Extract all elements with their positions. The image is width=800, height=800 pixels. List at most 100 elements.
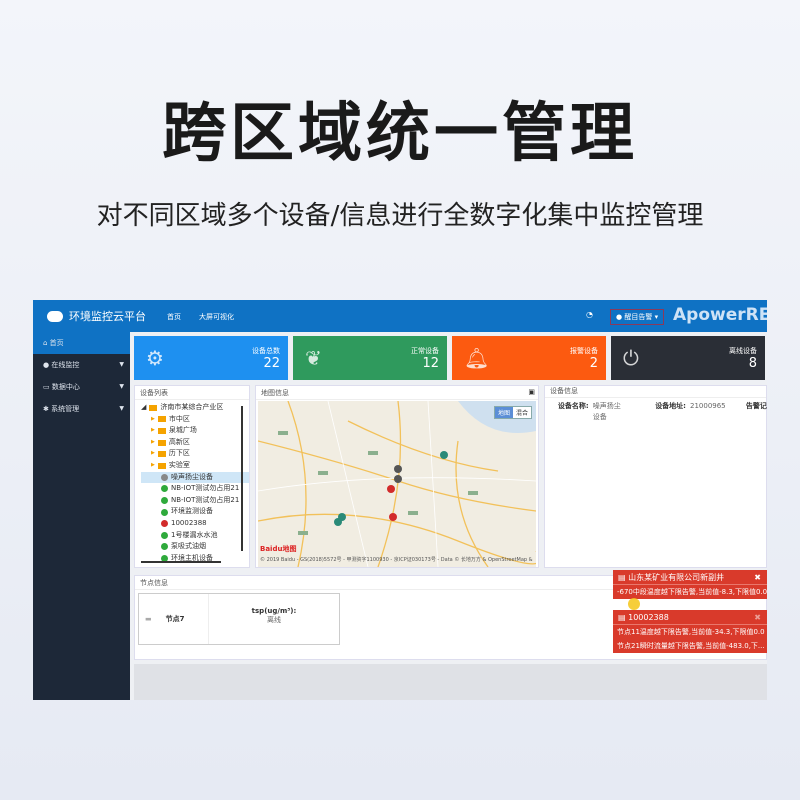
map-canvas[interactable]	[258, 401, 536, 567]
panel-title: 设备列表	[135, 386, 249, 400]
refresh-icon[interactable]: ◔	[586, 310, 593, 319]
tree-folder[interactable]: ▶ 高新区	[141, 437, 249, 449]
card-total[interactable]: ⚙ 设备总数 22	[134, 336, 288, 380]
toast-title: 山东某矿业有限公司新副井	[628, 573, 725, 582]
cursor-highlight	[628, 598, 640, 610]
tree-label: 济南市某综合产业区	[160, 403, 224, 411]
info-value: 21000965	[690, 401, 726, 410]
card-value: 8	[748, 356, 757, 371]
tree-folder[interactable]: ▶ 市中区	[141, 414, 249, 426]
leaf-icon: ❦	[305, 346, 322, 370]
tree-folder[interactable]: ▶ 历下区	[141, 448, 249, 460]
footer-area	[134, 664, 767, 700]
card-normal[interactable]: ❦ 正常设备 12	[293, 336, 447, 380]
info-row: 设备名称: 噪声扬尘设备	[545, 401, 621, 422]
expand-icon: ▶	[151, 461, 155, 468]
close-icon[interactable]: ✖	[754, 610, 761, 625]
expand-icon: ▶	[151, 415, 155, 422]
tree-device[interactable]: NB-IOT测试勿占用21	[141, 495, 249, 507]
marker-normal[interactable]	[334, 518, 342, 526]
panel-title: 设备信息	[545, 386, 766, 398]
tree-label: 市中区	[168, 414, 190, 423]
tree-label: NB-IOT测试勿占用21	[171, 484, 240, 493]
tree-folder[interactable]: ▶ 实验室	[141, 460, 249, 472]
tree-device[interactable]: 1号楼漏水水池	[141, 530, 249, 542]
card-alarm[interactable]: 🔔︎ 报警设备 2	[452, 336, 606, 380]
caret-down-icon: ▼	[119, 383, 124, 390]
card-label: 报警设备	[570, 347, 598, 355]
info-row: 告警记录开关:关	[726, 401, 767, 413]
tree-label: NB-IOT测试勿占用21	[171, 495, 240, 504]
marker-normal[interactable]	[440, 451, 448, 459]
map-copyright: © 2019 Baidu - GS(2018)5572号 - 甲测资字11009…	[260, 557, 533, 563]
sidebar-label: 数据中心	[51, 383, 80, 391]
card-offline[interactable]: ⏻ 离线设备 8	[611, 336, 765, 380]
nav-home[interactable]: 首页	[167, 312, 181, 322]
baidu-logo: Baidu地图	[260, 545, 297, 553]
scrollbar-vertical[interactable]	[241, 406, 243, 551]
close-icon[interactable]: ✖	[754, 570, 761, 585]
folder-icon	[149, 404, 158, 411]
tree-label: 泉城广场	[168, 426, 197, 435]
list-icon: ▤	[618, 613, 626, 622]
tree-folder[interactable]: ▶ 泉城广场	[141, 425, 249, 437]
folder-icon	[157, 451, 166, 458]
sidebar-item-data[interactable]: ▭ 数据中心 ▼	[33, 376, 130, 398]
tree-label: 实验室	[168, 460, 190, 469]
sidebar-item-monitor[interactable]: ● 在线监控 ▼	[33, 354, 130, 376]
tree-label: 泵吸式油烟	[171, 542, 206, 551]
node-card[interactable]: ▬ 节点7 tsp(ug/m³): 离线	[138, 593, 340, 645]
sidebar-item-system[interactable]: ✱ 系统管理 ▼	[33, 398, 130, 420]
toast-line: -670中段温度越下限告警,当前值-8.3,下限值0.0	[617, 588, 767, 596]
top-header: 环境监控云平台 首页 大屏可视化 ◔ ● 醒目告警 ▾ ApowerREC	[33, 300, 767, 332]
list-icon: ▤	[618, 573, 626, 582]
marker-alarm[interactable]	[387, 485, 395, 493]
info-row: 设备地址: 21000965	[621, 401, 726, 413]
scrollbar-horizontal[interactable]	[141, 561, 221, 563]
tree-device[interactable]: 环境监测设备	[141, 506, 249, 518]
node-name: 节点7	[165, 615, 185, 623]
toast-line: 节点21瞬时流量越下限告警,当前值-483.0,下...	[617, 642, 765, 650]
caret-down-icon: ▼	[119, 405, 124, 412]
map-type-hybrid[interactable]: 混合	[512, 407, 531, 418]
marker-offline[interactable]	[394, 465, 402, 473]
bell-icon: 🔔︎	[464, 346, 490, 370]
tree-label: 历下区	[168, 449, 190, 458]
alarm-toast[interactable]: ▤ 山东某矿业有限公司新副井 ✖ -670中段温度越下限告警,当前值-8.3,下限…	[613, 570, 767, 599]
nav-bigscreen[interactable]: 大屏可视化	[199, 312, 234, 322]
status-dot-icon	[161, 473, 168, 481]
caret-down-icon: ▼	[119, 361, 124, 368]
tree-root[interactable]: ◢ 济南市某综合产业区	[141, 402, 249, 414]
folder-icon	[157, 462, 166, 469]
sidebar-item-home[interactable]: ⌂ 首页	[33, 332, 130, 354]
hero-title: 跨区域统一管理	[162, 97, 638, 171]
map-panel: 地图信息 ▣ 地图 混合 Baidu地图 © 2019 Baidu - GS(2…	[255, 385, 539, 568]
panel-title: 地图信息	[256, 386, 538, 400]
alarm-toast[interactable]: ▤ 10002388 ✖ 节点11温度越下限告警,当前值-34.3,下限值0.0 …	[613, 610, 767, 653]
tree-device[interactable]: NB-IOT测试勿占用21	[141, 483, 249, 495]
card-label: 离线设备	[729, 347, 757, 355]
marker-offline[interactable]	[394, 475, 402, 483]
watermark: ApowerREC	[673, 305, 767, 325]
tree-label: 环境监测设备	[171, 507, 213, 516]
status-dot-icon	[161, 485, 168, 493]
info-value: 噪声扬尘设备	[592, 401, 621, 422]
map-type-map[interactable]: 地图	[494, 407, 513, 418]
node-status: 离线	[267, 616, 281, 624]
app-logo[interactable]: 环境监控云平台	[47, 308, 146, 324]
node-icon: ▬	[145, 615, 152, 623]
tree-device[interactable]: 泵吸式油烟	[141, 541, 249, 553]
info-key: 设备名称:	[557, 401, 589, 410]
fullscreen-icon[interactable]: ▣	[528, 388, 535, 396]
alarm-dropdown[interactable]: ● 醒目告警 ▾	[610, 309, 665, 325]
hero-subtitle: 对不同区域多个设备/信息进行全数字化集中监控管理	[96, 201, 704, 231]
tree-device[interactable]: 噪声扬尘设备	[141, 471, 249, 484]
folder-icon	[157, 427, 166, 434]
card-label: 设备总数	[252, 347, 280, 355]
sidebar: ⌂ 首页 ● 在线监控 ▼ ▭ 数据中心 ▼ ✱ 系统管理 ▼	[33, 332, 130, 700]
tree-device[interactable]: 10002388	[141, 518, 249, 530]
marker-alarm[interactable]	[389, 513, 397, 521]
gears-icon: ⚙	[146, 346, 164, 370]
sidebar-label: 系统管理	[51, 405, 80, 413]
alarm-label: 醒目告警	[624, 313, 653, 321]
